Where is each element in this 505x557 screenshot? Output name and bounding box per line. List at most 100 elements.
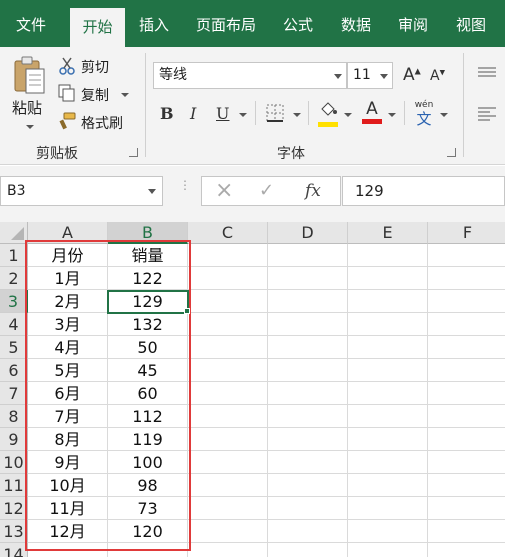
italic-button[interactable]: I [190,104,196,123]
shrink-font-button[interactable]: A▼ [430,68,445,84]
formula-bar-resize-handle-icon[interactable]: ⋮ [179,179,191,191]
cell-d4[interactable] [268,313,348,336]
cell-c2[interactable] [188,267,268,290]
row-header[interactable]: 7 [0,382,28,405]
cell-d14[interactable] [268,543,348,557]
cell-d11[interactable] [268,474,348,497]
tab-home[interactable]: 开始 [70,8,125,47]
cell-c3[interactable] [188,290,268,313]
cell-f12[interactable] [428,497,505,520]
paste-label[interactable]: 粘贴 [12,97,42,118]
cell-f1[interactable] [428,244,505,267]
row-header[interactable]: 9 [0,428,28,451]
cell-e14[interactable] [348,543,428,557]
fill-color-button[interactable] [318,101,338,127]
cell-e3[interactable] [348,290,428,313]
row-header[interactable]: 3 [0,290,28,313]
cell-c5[interactable] [188,336,268,359]
font-color-button[interactable]: A [362,99,382,124]
row-header[interactable]: 6 [0,359,28,382]
font-color-dropdown-icon[interactable] [388,113,396,117]
cut-button[interactable]: 剪切 [81,57,109,77]
cell-f14[interactable] [428,543,505,557]
cut-icon[interactable] [58,57,76,79]
cell-f7[interactable] [428,382,505,405]
cell-e7[interactable] [348,382,428,405]
fill-handle[interactable] [184,308,190,314]
cell-c14[interactable] [188,543,268,557]
row-header[interactable]: 2 [0,267,28,290]
cell-d1[interactable] [268,244,348,267]
row-header[interactable]: 10 [0,451,28,474]
bold-button[interactable]: B [160,104,174,123]
cell-d3[interactable] [268,290,348,313]
insert-function-icon[interactable]: fx [305,181,321,201]
copy-icon[interactable] [58,84,76,106]
underline-button[interactable]: U [216,104,229,123]
font-size-dropdown-icon[interactable] [380,74,388,79]
cell-d6[interactable] [268,359,348,382]
column-header-c[interactable]: C [188,222,268,244]
cell-c9[interactable] [188,428,268,451]
cell-c1[interactable] [188,244,268,267]
cell-c8[interactable] [188,405,268,428]
cell-c12[interactable] [188,497,268,520]
cell-e9[interactable] [348,428,428,451]
name-box-dropdown-icon[interactable] [148,189,156,194]
tab-view[interactable]: 视图 [445,0,497,47]
cell-f8[interactable] [428,405,505,428]
confirm-entry-icon[interactable]: ✓ [259,180,274,201]
format-painter-button[interactable]: 格式刷 [81,113,123,133]
cell-f13[interactable] [428,520,505,543]
clipboard-dialog-launcher-icon[interactable] [129,148,138,157]
format-painter-icon[interactable] [58,112,76,134]
cell-d7[interactable] [268,382,348,405]
align-left-icon[interactable] [478,107,496,125]
tab-data[interactable]: 数据 [330,0,382,47]
cell-d13[interactable] [268,520,348,543]
cell-d10[interactable] [268,451,348,474]
cell-f11[interactable] [428,474,505,497]
align-top-icon[interactable] [478,67,496,83]
row-header[interactable]: 14 [0,543,28,557]
cell-e8[interactable] [348,405,428,428]
phonetic-dropdown-icon[interactable] [440,113,448,117]
tab-file[interactable]: 文件 [0,0,62,47]
cell-e10[interactable] [348,451,428,474]
cell-e4[interactable] [348,313,428,336]
row-header[interactable]: 5 [0,336,28,359]
row-header[interactable]: 13 [0,520,28,543]
cell-e5[interactable] [348,336,428,359]
copy-button[interactable]: 复制 [81,85,109,105]
cell-f3[interactable] [428,290,505,313]
column-header-e[interactable]: E [348,222,428,244]
name-box[interactable]: B3 [0,176,163,206]
row-header[interactable]: 11 [0,474,28,497]
copy-dropdown-icon[interactable] [121,93,129,97]
cell-c13[interactable] [188,520,268,543]
cell-e13[interactable] [348,520,428,543]
row-header[interactable]: 4 [0,313,28,336]
font-dialog-launcher-icon[interactable] [447,148,456,157]
column-header-f[interactable]: F [428,222,505,244]
cell-e6[interactable] [348,359,428,382]
cell-e12[interactable] [348,497,428,520]
cell-e11[interactable] [348,474,428,497]
underline-dropdown-icon[interactable] [239,113,247,117]
cell-d2[interactable] [268,267,348,290]
cell-f2[interactable] [428,267,505,290]
paste-button[interactable] [12,55,48,101]
phonetic-guide-button[interactable]: wén 文 [413,100,435,128]
cell-f6[interactable] [428,359,505,382]
tab-insert[interactable]: 插入 [128,0,180,47]
cancel-entry-icon[interactable]: × [215,178,233,203]
paste-dropdown-icon[interactable] [26,125,34,129]
cell-c7[interactable] [188,382,268,405]
formula-input[interactable]: 129 [342,176,505,206]
cell-c10[interactable] [188,451,268,474]
tab-review[interactable]: 审阅 [387,0,439,47]
tab-formulas[interactable]: 公式 [272,0,324,47]
cell-f10[interactable] [428,451,505,474]
cell-f4[interactable] [428,313,505,336]
cell-d9[interactable] [268,428,348,451]
